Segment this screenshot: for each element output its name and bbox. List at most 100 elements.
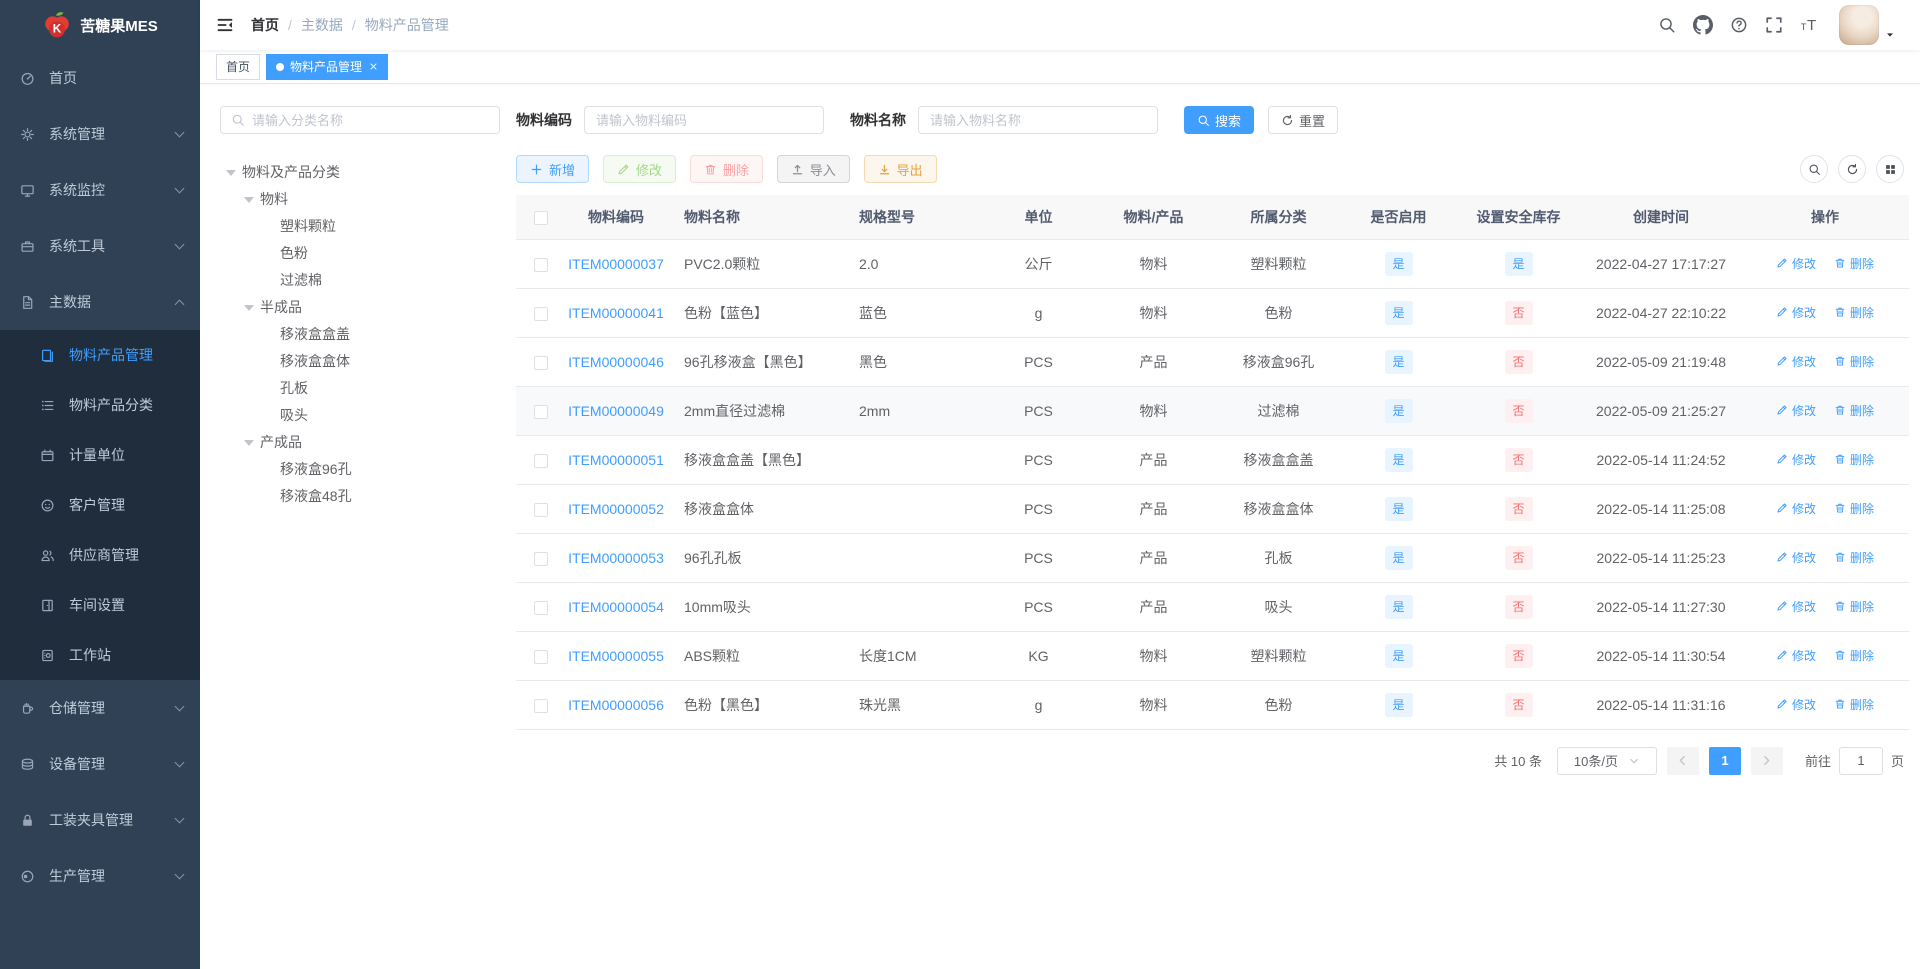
refresh-table-button[interactable]: [1838, 155, 1866, 183]
item-code-link[interactable]: ITEM00000046: [568, 354, 664, 370]
sidebar-item-material-product-management[interactable]: 物料产品管理: [0, 330, 200, 380]
column-settings-button[interactable]: [1876, 155, 1904, 183]
tree-node[interactable]: 移液盒盒体: [220, 347, 500, 374]
row-edit-link[interactable]: 修改: [1776, 451, 1816, 468]
prev-page-button[interactable]: [1666, 746, 1699, 775]
tree-node[interactable]: 过滤棉: [220, 266, 500, 293]
row-edit-link[interactable]: 修改: [1776, 696, 1816, 713]
reset-button[interactable]: 重置: [1268, 106, 1339, 134]
search-button[interactable]: 搜索: [1184, 106, 1255, 134]
item-code-link[interactable]: ITEM00000055: [568, 648, 664, 664]
font-size-icon[interactable]: TT: [1800, 16, 1818, 34]
tree-node[interactable]: 孔板: [220, 374, 500, 401]
sidebar-item-master-data[interactable]: 主数据: [0, 274, 200, 330]
row-checkbox[interactable]: [534, 649, 548, 664]
row-delete-link[interactable]: 删除: [1834, 402, 1874, 419]
row-delete-link[interactable]: 删除: [1834, 500, 1874, 517]
row-edit-link[interactable]: 修改: [1776, 647, 1816, 664]
help-icon[interactable]: [1730, 16, 1748, 34]
tree-node[interactable]: 产成品: [220, 428, 500, 455]
sidebar-item-material-product-category[interactable]: 物料产品分类: [0, 380, 200, 430]
row-delete-link[interactable]: 删除: [1834, 647, 1874, 664]
row-checkbox[interactable]: [534, 502, 548, 517]
item-code-link[interactable]: ITEM00000054: [568, 599, 664, 615]
tree-node[interactable]: 吸头: [220, 401, 500, 428]
page-number-button[interactable]: 1: [1708, 746, 1741, 775]
tree-node[interactable]: 物料: [220, 185, 500, 212]
row-delete-link[interactable]: 删除: [1834, 696, 1874, 713]
sidebar-item-supplier-management[interactable]: 供应商管理: [0, 530, 200, 580]
tree-node[interactable]: 移液盒盒盖: [220, 320, 500, 347]
row-checkbox[interactable]: [534, 306, 548, 321]
fullscreen-icon[interactable]: [1765, 16, 1783, 34]
sidebar-item-system-management[interactable]: 系统管理: [0, 106, 200, 162]
sidebar-item-tooling-fixture-management[interactable]: 工装夹具管理: [0, 792, 200, 848]
row-edit-link[interactable]: 修改: [1776, 402, 1816, 419]
row-edit-link[interactable]: 修改: [1776, 255, 1816, 272]
row-checkbox[interactable]: [534, 257, 548, 272]
row-delete-link[interactable]: 删除: [1834, 451, 1874, 468]
select-all-checkbox[interactable]: [534, 210, 548, 225]
item-code-link[interactable]: ITEM00000049: [568, 403, 664, 419]
tree-node[interactable]: 色粉: [220, 239, 500, 266]
row-checkbox[interactable]: [534, 698, 548, 713]
tab-material-product-management[interactable]: 物料产品管理: [266, 53, 389, 80]
row-delete-link[interactable]: 删除: [1834, 549, 1874, 566]
user-avatar[interactable]: [1839, 5, 1879, 45]
row-edit-link[interactable]: 修改: [1776, 500, 1816, 517]
sidebar-toggle-icon[interactable]: [216, 16, 234, 34]
sidebar-item-warehouse-management[interactable]: 仓储管理: [0, 680, 200, 736]
row-checkbox[interactable]: [534, 355, 548, 370]
item-code-link[interactable]: ITEM00000051: [568, 452, 664, 468]
tab-home[interactable]: 首页: [216, 53, 261, 80]
sidebar-item-system-monitor[interactable]: 系统监控: [0, 162, 200, 218]
category-search-input[interactable]: [252, 112, 489, 128]
sidebar-item-workshop-settings[interactable]: 车间设置: [0, 580, 200, 630]
tree-node[interactable]: 移液盒96孔: [220, 455, 500, 482]
sidebar-item-customer-management[interactable]: 客户管理: [0, 480, 200, 530]
sidebar-item-system-tools[interactable]: 系统工具: [0, 218, 200, 274]
row-delete-link[interactable]: 删除: [1834, 353, 1874, 370]
sidebar-item-measure-unit[interactable]: 计量单位: [0, 430, 200, 480]
row-checkbox[interactable]: [534, 551, 548, 566]
row-delete-link[interactable]: 删除: [1834, 598, 1874, 615]
row-delete-link[interactable]: 删除: [1834, 304, 1874, 321]
row-checkbox[interactable]: [534, 600, 548, 615]
export-button[interactable]: 导出: [863, 155, 937, 183]
row-checkbox[interactable]: [534, 453, 548, 468]
item-code-link[interactable]: ITEM00000053: [568, 550, 664, 566]
row-edit-link[interactable]: 修改: [1776, 304, 1816, 321]
row-delete-link[interactable]: 删除: [1834, 255, 1874, 272]
github-icon[interactable]: [1693, 15, 1713, 35]
sidebar-item-workstation[interactable]: 工作站: [0, 630, 200, 680]
tree-node[interactable]: 塑料颗粒: [220, 212, 500, 239]
user-menu[interactable]: [1839, 5, 1896, 45]
tree-node[interactable]: 移液盒48孔: [220, 482, 500, 509]
next-page-button[interactable]: [1750, 746, 1783, 775]
code-field[interactable]: [584, 106, 824, 134]
tree-node[interactable]: 半成品: [220, 293, 500, 320]
page-size-select[interactable]: 10条/页: [1556, 746, 1657, 775]
goto-page-input[interactable]: [1838, 746, 1883, 775]
row-edit-link[interactable]: 修改: [1776, 549, 1816, 566]
close-icon[interactable]: [369, 62, 378, 71]
add-button[interactable]: 新增: [516, 155, 590, 183]
row-checkbox[interactable]: [534, 404, 548, 419]
edit-button[interactable]: 修改: [602, 155, 676, 183]
item-code-link[interactable]: ITEM00000052: [568, 501, 664, 517]
breadcrumb-home[interactable]: 首页: [251, 15, 279, 35]
toggle-search-button[interactable]: [1800, 155, 1828, 183]
name-field[interactable]: [918, 106, 1158, 134]
import-button[interactable]: 导入: [776, 155, 850, 183]
header-search-icon[interactable]: [1658, 16, 1676, 34]
sidebar-item-production-management[interactable]: 生产管理: [0, 848, 200, 904]
item-code-link[interactable]: ITEM00000056: [568, 697, 664, 713]
row-edit-link[interactable]: 修改: [1776, 353, 1816, 370]
item-code-link[interactable]: ITEM00000041: [568, 305, 664, 321]
sidebar-item-equipment-management[interactable]: 设备管理: [0, 736, 200, 792]
tree-node[interactable]: 物料及产品分类: [220, 158, 500, 185]
sidebar-item-home[interactable]: 首页: [0, 50, 200, 106]
delete-button[interactable]: 删除: [689, 155, 763, 183]
row-edit-link[interactable]: 修改: [1776, 598, 1816, 615]
app-logo[interactable]: K 苦糖果MES: [0, 0, 200, 50]
